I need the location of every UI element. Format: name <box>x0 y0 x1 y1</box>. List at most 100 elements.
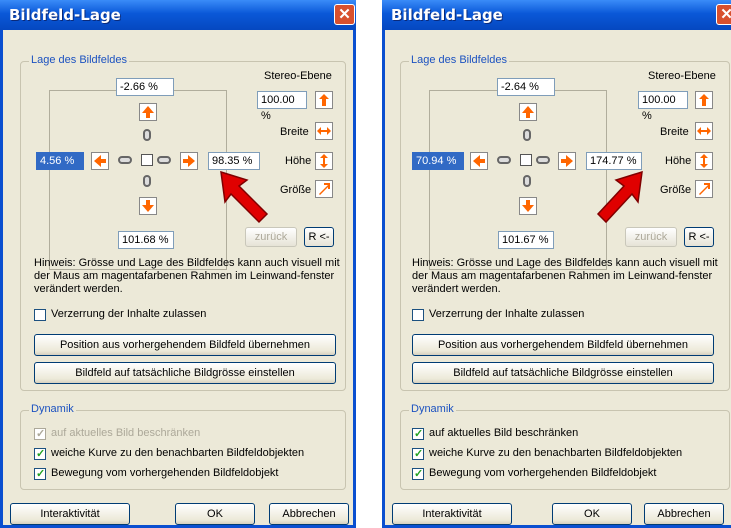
hoehe-button[interactable] <box>315 152 333 170</box>
move-right-button[interactable] <box>180 152 198 170</box>
arrow-right-icon <box>561 155 573 167</box>
dialog-right: Bildfeld-Lage ✕ Lage des Bildfeldes -2.6… <box>382 0 731 528</box>
interaktivitaet-button[interactable]: Interaktivität <box>392 503 512 525</box>
checkmark-icon: ✓ <box>36 448 46 460</box>
stereo-label: Stereo-Ebene <box>264 70 332 82</box>
breite-button[interactable] <box>695 122 713 140</box>
arrow-left-icon <box>473 155 485 167</box>
center-box[interactable] <box>520 154 532 166</box>
groesse-button[interactable] <box>315 180 333 198</box>
move-up-button[interactable] <box>519 103 537 121</box>
verzerrung-checkbox[interactable]: Verzerrung der Inhalte zulassen <box>34 308 284 323</box>
checkbox-label: Verzerrung der Inhalte zulassen <box>429 308 585 320</box>
checkbox-box[interactable]: ✓ <box>412 468 424 480</box>
group-lage-title: Lage des Bildfeldes <box>409 54 510 66</box>
stereo-value-field[interactable]: 100.00 % <box>638 91 688 122</box>
zurueck-button[interactable]: zurück <box>625 227 677 247</box>
dyn1-checkbox[interactable]: ✓ auf aktuelles Bild beschränken <box>412 427 662 442</box>
dyn2-checkbox[interactable]: ✓ weiche Kurve zu den benachbarten Bildf… <box>412 447 712 462</box>
link-icon[interactable] <box>536 156 550 164</box>
checkbox-box[interactable] <box>34 309 46 321</box>
checkbox-box[interactable]: ✓ <box>412 448 424 460</box>
breite-label: Breite <box>280 126 309 138</box>
group-dynamik-title: Dynamik <box>409 403 456 415</box>
hoehe-button[interactable] <box>695 152 713 170</box>
stereo-button[interactable] <box>315 91 333 109</box>
groesse-button[interactable] <box>695 180 713 198</box>
stereo-icon <box>699 94 709 106</box>
bottom-value-field[interactable]: 101.67 % <box>498 231 554 249</box>
move-down-button[interactable] <box>519 197 537 215</box>
breite-button[interactable] <box>315 122 333 140</box>
red-callout-arrow-icon <box>596 170 643 224</box>
vertical-resize-icon <box>700 154 708 168</box>
dyn3-checkbox[interactable]: ✓ Bewegung vom vorhergehenden Bildfeldob… <box>412 467 712 482</box>
top-value-field[interactable]: -2.64 % <box>497 78 555 96</box>
dyn2-checkbox[interactable]: ✓ weiche Kurve zu den benachbarten Bildf… <box>34 447 334 462</box>
close-icon: ✕ <box>720 6 731 23</box>
diagonal-resize-icon <box>699 183 710 195</box>
dyn3-checkbox[interactable]: ✓ Bewegung vom vorhergehenden Bildfeldob… <box>34 467 334 482</box>
bottom-value-field[interactable]: 101.68 % <box>118 231 174 249</box>
dyn1-checkbox[interactable]: ✓ auf aktuelles Bild beschränken <box>34 427 284 442</box>
title-bar[interactable]: Bildfeld-Lage ✕ <box>382 0 731 30</box>
checkmark-icon: ✓ <box>414 468 424 480</box>
checkbox-box[interactable]: ✓ <box>34 428 46 440</box>
vertical-resize-icon <box>320 154 328 168</box>
left-value-field[interactable]: 70.94 % <box>412 152 464 170</box>
checkmark-icon: ✓ <box>36 468 46 480</box>
link-icon[interactable] <box>497 156 511 164</box>
center-box[interactable] <box>141 154 153 166</box>
checkbox-label: weiche Kurve zu den benachbarten Bildfel… <box>51 447 305 459</box>
hint-text: Hinweis: Grösse und Lage des Bildfeldes … <box>34 257 340 295</box>
move-left-button[interactable] <box>470 152 488 170</box>
top-value-field[interactable]: -2.66 % <box>116 78 174 96</box>
link-icon[interactable] <box>523 175 531 187</box>
bildgroesse-button[interactable]: Bildfeld auf tatsächliche Bildgrösse ein… <box>34 362 336 384</box>
right-value-text: 174.77 % <box>590 155 637 167</box>
link-icon[interactable] <box>157 156 171 164</box>
position-uebernehmen-button[interactable]: Position aus vorhergehendem Bildfeld übe… <box>34 334 336 356</box>
bildgroesse-button[interactable]: Bildfeld auf tatsächliche Bildgrösse ein… <box>412 362 714 384</box>
dialog-left: Bildfeld-Lage ✕ Lage des Bildfeldes -2.6… <box>0 0 356 528</box>
zurueck-button[interactable]: zurück <box>245 227 297 247</box>
link-icon[interactable] <box>523 129 531 141</box>
stereo-button[interactable] <box>695 91 713 109</box>
arrow-up-icon <box>142 106 154 118</box>
title-bar[interactable]: Bildfeld-Lage ✕ <box>0 0 356 30</box>
verzerrung-checkbox[interactable]: Verzerrung der Inhalte zulassen <box>412 308 662 323</box>
checkbox-box[interactable]: ✓ <box>34 468 46 480</box>
close-button[interactable]: ✕ <box>334 4 355 25</box>
checkmark-icon: ✓ <box>414 448 424 460</box>
link-icon[interactable] <box>143 175 151 187</box>
position-uebernehmen-button[interactable]: Position aus vorhergehendem Bildfeld übe… <box>412 334 714 356</box>
close-button[interactable]: ✕ <box>716 4 731 25</box>
ok-button[interactable]: OK <box>552 503 632 525</box>
dialog-title: Bildfeld-Lage <box>9 6 121 24</box>
interaktivitaet-button[interactable]: Interaktivität <box>10 503 130 525</box>
r-reset-button[interactable]: R <- <box>684 227 714 247</box>
move-left-button[interactable] <box>91 152 109 170</box>
abbrechen-button[interactable]: Abbrechen <box>644 503 724 525</box>
groesse-label: Größe <box>280 184 312 196</box>
checkbox-box[interactable]: ✓ <box>34 448 46 460</box>
abbrechen-button[interactable]: Abbrechen <box>269 503 349 525</box>
window-frame <box>0 30 3 528</box>
arrow-up-icon <box>522 106 534 118</box>
r-reset-button[interactable]: R <- <box>304 227 334 247</box>
checkbox-label: weiche Kurve zu den benachbarten Bildfel… <box>429 447 683 459</box>
ok-button[interactable]: OK <box>175 503 255 525</box>
link-icon[interactable] <box>118 156 132 164</box>
stereo-value-field[interactable]: 100.00 % <box>257 91 307 122</box>
red-callout-arrow-icon <box>220 170 269 224</box>
link-icon[interactable] <box>143 129 151 141</box>
diagonal-resize-icon <box>319 183 330 195</box>
move-down-button[interactable] <box>139 197 157 215</box>
checkmark-icon: ✓ <box>36 428 46 440</box>
checkbox-box[interactable] <box>412 309 424 321</box>
checkbox-box[interactable]: ✓ <box>412 428 424 440</box>
checkbox-label: Bewegung vom vorhergehenden Bildfeldobje… <box>51 467 279 479</box>
move-up-button[interactable] <box>139 103 157 121</box>
move-right-button[interactable] <box>558 152 576 170</box>
left-value-field[interactable]: 4.56 % <box>36 152 84 170</box>
